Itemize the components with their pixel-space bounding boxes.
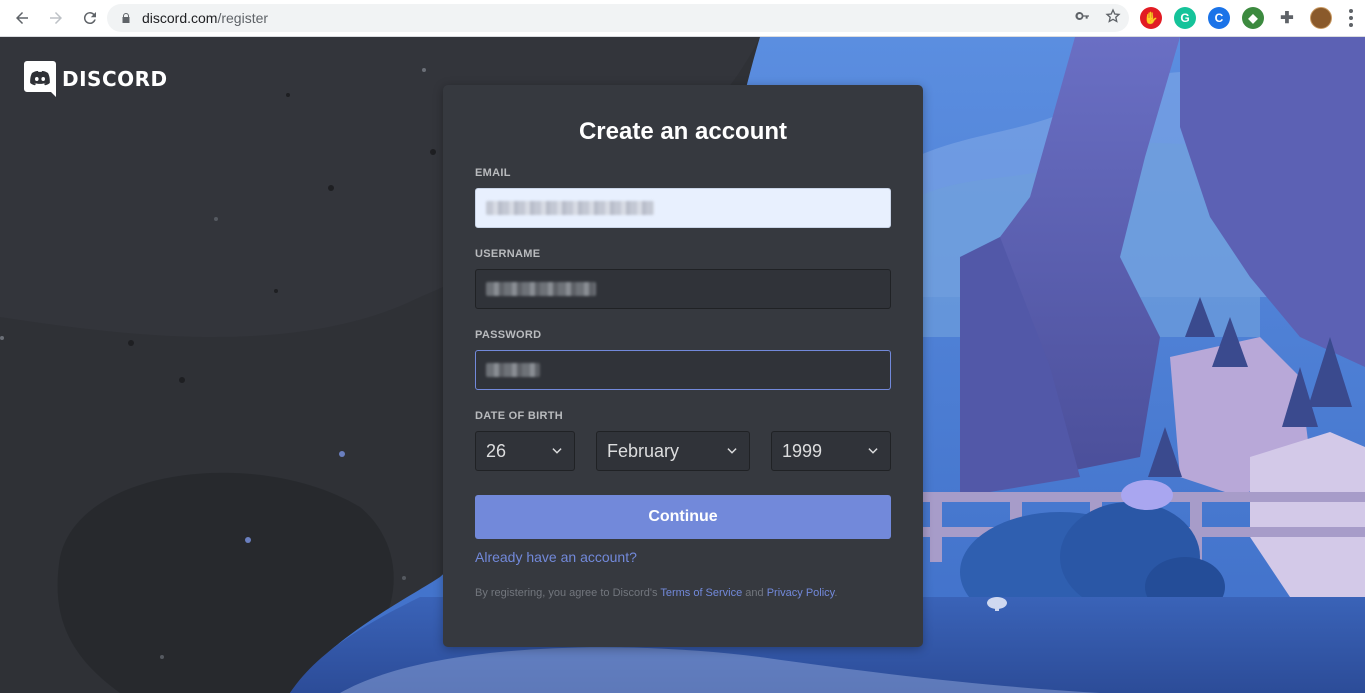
address-bar[interactable]: discord.com/register (107, 4, 1129, 32)
email-field-group: EMAIL (475, 167, 891, 228)
dob-day-value: 26 (486, 440, 507, 461)
refresh-ext-icon[interactable]: C (1208, 7, 1230, 29)
username-value-redacted (486, 282, 596, 296)
bookmark-star-icon[interactable] (1105, 7, 1121, 29)
lock-icon (119, 11, 133, 25)
password-value-redacted (486, 363, 540, 377)
chevron-down-icon (552, 448, 562, 454)
adblock-icon[interactable]: ✋ (1140, 7, 1162, 29)
login-link[interactable]: Already have an account? (475, 549, 637, 565)
url-host: discord.com (142, 10, 218, 26)
browser-menu-icon[interactable] (1349, 9, 1353, 27)
extensions-area: ✋ G C ◆ ✚ (1140, 5, 1332, 31)
username-field[interactable] (475, 269, 891, 309)
dob-month-value: February (607, 440, 680, 461)
terms-and: and (742, 587, 767, 599)
discord-logo-icon (24, 61, 56, 97)
email-label: EMAIL (475, 167, 511, 179)
password-label: PASSWORD (475, 329, 542, 341)
dob-row: 26 February 1999 (475, 431, 891, 471)
email-value-redacted (486, 201, 654, 215)
page-title: Create an account (578, 118, 788, 145)
url-path: /register (217, 10, 269, 26)
terms-prefix: By registering, you agree to Discord's (475, 587, 661, 599)
terms-of-service-link[interactable]: Terms of Service (660, 587, 742, 599)
continue-button[interactable]: Continue (475, 495, 891, 539)
register-card: Create an account EMAIL USERNAME PASSWOR… (443, 85, 923, 647)
username-field-group: USERNAME (475, 248, 891, 309)
back-icon[interactable] (6, 2, 38, 34)
dob-day-select[interactable]: 26 (475, 431, 575, 471)
terms-suffix: . (834, 587, 838, 599)
browser-toolbar: discord.com/register ✋ G C ◆ ✚ (0, 0, 1365, 37)
url-text: discord.com/register (142, 10, 268, 26)
chevron-down-icon (868, 448, 878, 454)
grammarly-icon[interactable]: G (1174, 7, 1196, 29)
dob-year-value: 1999 (782, 440, 823, 461)
terms-text: By registering, you agree to Discord's T… (475, 587, 891, 599)
privacy-policy-link[interactable]: Privacy Policy (767, 587, 835, 599)
password-field[interactable] (475, 350, 891, 390)
puzzle-icon[interactable]: ✚ (1276, 7, 1298, 29)
register-page: DISCORD Create an account EMAIL USERNAME… (0, 37, 1365, 693)
password-field-group: PASSWORD (475, 329, 891, 390)
dob-year-select[interactable]: 1999 (771, 431, 891, 471)
discord-logo[interactable]: DISCORD (24, 61, 168, 97)
username-label: USERNAME (475, 248, 541, 260)
reload-icon[interactable] (74, 2, 106, 34)
email-field[interactable] (475, 188, 891, 228)
dob-field-group: DATE OF BIRTH 26 February 1999 (475, 410, 891, 471)
avatar[interactable] (1310, 7, 1332, 29)
discord-wordmark: DISCORD (62, 67, 168, 91)
chevron-down-icon (727, 448, 737, 454)
dob-month-select[interactable]: February (596, 431, 750, 471)
forward-icon[interactable] (40, 2, 72, 34)
world-ext-icon[interactable]: ◆ (1242, 7, 1264, 29)
key-icon[interactable] (1075, 8, 1091, 29)
dob-label: DATE OF BIRTH (475, 410, 564, 422)
